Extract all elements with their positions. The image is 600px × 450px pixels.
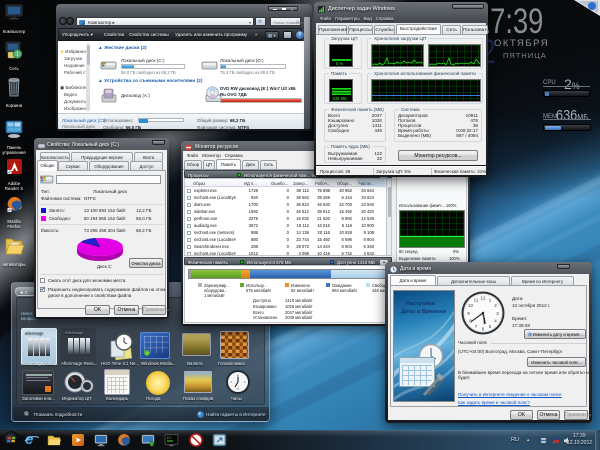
svg-text:10: 10 — [468, 303, 474, 308]
svg-text:11: 11 — [474, 298, 479, 303]
svg-text:12: 12 — [480, 296, 486, 301]
svg-text:C:\: C:\ — [167, 436, 172, 440]
